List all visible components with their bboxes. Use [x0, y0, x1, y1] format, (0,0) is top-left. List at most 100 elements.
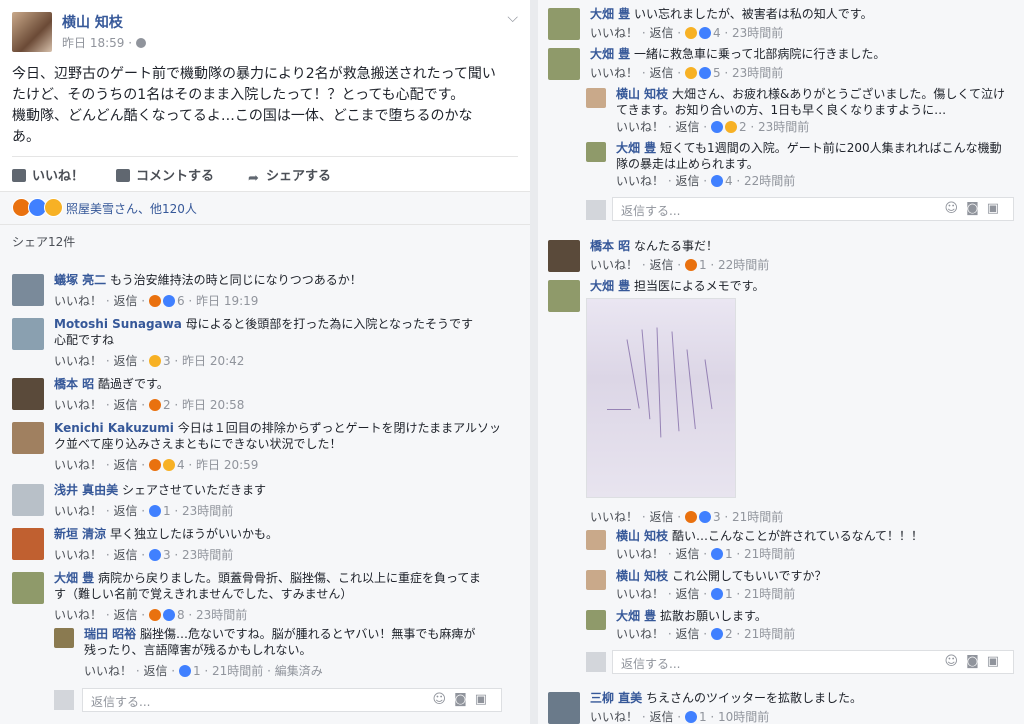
comment-reply-link[interactable]: 返信	[113, 354, 137, 368]
commenter-avatar[interactable]	[548, 280, 580, 312]
emoji-icon[interactable]: ☺	[433, 692, 455, 707]
commenter-name[interactable]: 横山 知枝	[616, 87, 668, 101]
comment-time[interactable]: 22時間前	[744, 174, 795, 188]
commenter-name[interactable]: 橋本 昭	[54, 377, 94, 391]
reaction-count[interactable]: 1	[699, 710, 707, 724]
comment-like-link[interactable]: いいね！	[616, 547, 664, 561]
reply-input[interactable]: 返信する... ☺◙▣	[612, 650, 1014, 674]
reply-input[interactable]: 返信する... ☺◙▣	[612, 197, 1014, 221]
comment-time[interactable]: 21時間前	[212, 664, 263, 678]
commenter-avatar[interactable]	[12, 422, 44, 454]
comment-like-link[interactable]: いいね！	[590, 258, 638, 272]
commenter-name[interactable]: 大畑 豊	[616, 141, 656, 155]
post-time-text[interactable]: 昨日 18:59 ·	[62, 36, 132, 50]
commenter-name[interactable]: 大畑 豊	[590, 7, 630, 21]
comment-time[interactable]: 21時間前	[732, 510, 783, 524]
comment-like-link[interactable]: いいね！	[616, 587, 664, 601]
reactions-summary[interactable]: 照屋美雪さん、他120人	[0, 191, 530, 224]
reaction-count[interactable]: 4	[725, 174, 733, 188]
commenter-name[interactable]: Kenichi Kakuzumi	[54, 421, 174, 435]
comment-like-link[interactable]: いいね！	[54, 354, 102, 368]
commenter-avatar[interactable]	[586, 530, 606, 550]
comment-reply-link[interactable]: 返信	[113, 504, 137, 518]
commenter-avatar[interactable]	[54, 628, 74, 648]
commenter-avatar[interactable]	[12, 318, 44, 350]
comment-reply-link[interactable]: 返信	[113, 294, 137, 308]
reaction-count[interactable]: 4	[713, 26, 721, 40]
post-author[interactable]: 横山 知枝	[62, 12, 123, 32]
comment-reply-link[interactable]: 返信	[113, 608, 137, 622]
comment-like-link[interactable]: いいね！	[54, 548, 102, 562]
commenter-avatar[interactable]	[12, 274, 44, 306]
reaction-count[interactable]: 8	[177, 608, 185, 622]
reaction-count[interactable]: 3	[163, 354, 171, 368]
commenter-avatar[interactable]	[548, 240, 580, 272]
commenter-name[interactable]: 橋本 昭	[590, 239, 630, 253]
comment-like-link[interactable]: いいね！	[616, 174, 664, 188]
comment-reply-link[interactable]: 返信	[143, 664, 167, 678]
commenter-name[interactable]: 大畑 豊	[590, 279, 630, 293]
commenter-name[interactable]: 浅井 真由美	[54, 483, 118, 497]
commenter-name[interactable]: 三柳 直美	[590, 691, 642, 705]
comment-like-link[interactable]: いいね！	[54, 504, 102, 518]
commenter-avatar[interactable]	[586, 610, 606, 630]
commenter-avatar[interactable]	[548, 48, 580, 80]
camera-icon[interactable]: ◙	[454, 692, 475, 707]
comment-time[interactable]: 23時間前	[758, 120, 809, 134]
comment-time[interactable]: 21時間前	[744, 587, 795, 601]
comment-like-link[interactable]: いいね！	[54, 608, 102, 622]
comment-time[interactable]: 23時間前	[732, 26, 783, 40]
reply-input[interactable]: 返信する... ☺◙▣	[82, 688, 502, 712]
commenter-avatar[interactable]	[586, 88, 606, 108]
reply-input-icons[interactable]: ☺◙▣	[945, 201, 1007, 216]
author-avatar[interactable]	[12, 12, 52, 52]
commenter-avatar[interactable]	[12, 528, 44, 560]
commenter-name[interactable]: 横山 知枝	[616, 529, 668, 543]
comment-time[interactable]: 昨日 20:58	[182, 398, 244, 412]
comment-reply-link[interactable]: 返信	[649, 510, 673, 524]
reactions-text[interactable]: 照屋美雪さん、他120人	[66, 200, 197, 217]
doctor-memo-photo[interactable]	[586, 298, 736, 498]
commenter-name[interactable]: 大畑 豊	[616, 609, 656, 623]
comment-time[interactable]: 23時間前	[732, 66, 783, 80]
comment-like-link[interactable]: いいね！	[590, 26, 638, 40]
commenter-avatar[interactable]	[12, 572, 44, 604]
commenter-avatar[interactable]	[12, 484, 44, 516]
reaction-count[interactable]: 1	[725, 587, 733, 601]
comment-like-link[interactable]: いいね！	[54, 294, 102, 308]
like-button[interactable]: いいね！	[12, 165, 84, 184]
comment-like-link[interactable]: いいね！	[590, 66, 638, 80]
reaction-count[interactable]: 2	[163, 398, 171, 412]
comment-reply-link[interactable]: 返信	[649, 710, 673, 724]
post-timestamp[interactable]: 昨日 18:59 ·	[62, 34, 147, 51]
comment-like-link[interactable]: いいね！	[590, 510, 638, 524]
comment-time[interactable]: 22時間前	[718, 258, 769, 272]
commenter-name[interactable]: 蟻塚 亮二	[54, 273, 106, 287]
emoji-icon[interactable]: ☺	[945, 654, 967, 669]
reaction-count[interactable]: 3	[163, 548, 171, 562]
sticker-icon[interactable]: ▣	[987, 201, 1007, 216]
comment-like-link[interactable]: いいね！	[590, 710, 638, 724]
reaction-count[interactable]: 6	[177, 294, 185, 308]
comment-like-link[interactable]: いいね！	[616, 120, 664, 134]
comment-reply-link[interactable]: 返信	[113, 548, 137, 562]
camera-icon[interactable]: ◙	[966, 201, 987, 216]
commenter-name[interactable]: 大畑 豊	[54, 571, 94, 585]
reaction-count[interactable]: 5	[713, 66, 721, 80]
reaction-count[interactable]: 1	[193, 664, 201, 678]
comment-reply-link[interactable]: 返信	[113, 398, 137, 412]
reply-input-icons[interactable]: ☺◙▣	[433, 692, 495, 707]
reaction-count[interactable]: 1	[163, 504, 171, 518]
commenter-name[interactable]: 新垣 清涼	[54, 527, 106, 541]
comment-time[interactable]: 昨日 20:59	[196, 458, 258, 472]
sticker-icon[interactable]: ▣	[987, 654, 1007, 669]
comment-time[interactable]: 10時間前	[718, 710, 769, 724]
reaction-count[interactable]: 3	[713, 510, 721, 524]
comment-time[interactable]: 21時間前	[744, 547, 795, 561]
camera-icon[interactable]: ◙	[966, 654, 987, 669]
comment-reply-link[interactable]: 返信	[675, 547, 699, 561]
comment-time[interactable]: 昨日 20:42	[182, 354, 244, 368]
commenter-avatar[interactable]	[12, 378, 44, 410]
comment-reply-link[interactable]: 返信	[649, 258, 673, 272]
comment-like-link[interactable]: いいね！	[616, 627, 664, 641]
